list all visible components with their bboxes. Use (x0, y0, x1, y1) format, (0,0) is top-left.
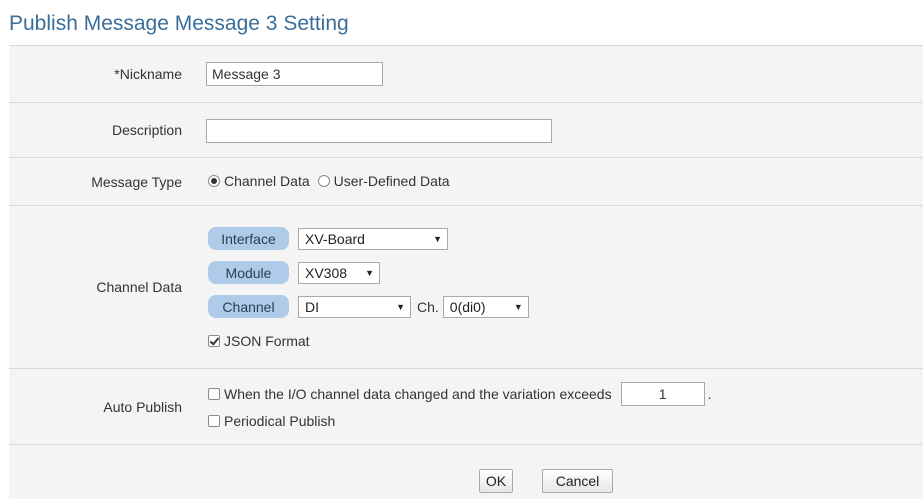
channel-data-controls: Interface XV-Board ▼ Module XV308 ▼ Chan… (208, 206, 808, 369)
channel-data-label: Channel Data (96, 279, 182, 295)
chevron-down-icon: ▼ (365, 267, 374, 278)
nickname-row: *Nickname (9, 46, 923, 103)
periodical-publish-line: Periodical Publish (208, 413, 335, 429)
auto-publish-row: Auto Publish When the I/O channel data c… (9, 369, 923, 445)
channel-select-value: DI (305, 298, 319, 315)
radio-channel-data[interactable]: Channel Data (208, 173, 310, 189)
change-publish-checkbox[interactable] (208, 388, 220, 400)
button-bar: OK Cancel (9, 445, 923, 499)
ok-button[interactable]: OK (479, 469, 513, 493)
settings-form: *Nickname Description Message Type Chann… (9, 45, 923, 499)
period-text: . (707, 386, 712, 402)
ch-select[interactable]: 0(di0) ▼ (442, 295, 529, 318)
json-format-checkbox[interactable] (208, 335, 220, 347)
cancel-button[interactable]: Cancel (542, 469, 613, 493)
nickname-label: *Nickname (114, 66, 182, 82)
module-select[interactable]: XV308 ▼ (298, 261, 380, 284)
module-label: Module (208, 261, 289, 284)
module-line: Module XV308 ▼ (208, 261, 380, 284)
json-format-label: JSON Format (224, 333, 310, 349)
change-publish-line: When the I/O channel data changed and th… (208, 382, 712, 406)
json-format-line: JSON Format (208, 333, 310, 349)
description-row: Description (9, 103, 923, 158)
radio-channel-data-indicator[interactable] (208, 175, 220, 187)
description-label: Description (111, 122, 182, 138)
module-select-value: XV308 (305, 264, 348, 281)
auto-publish-controls: When the I/O channel data changed and th… (208, 369, 908, 445)
interface-label: Interface (208, 227, 289, 250)
interface-select-value: XV-Board (305, 230, 365, 247)
page-title: Publish Message Message 3 Setting (9, 12, 349, 35)
chevron-down-icon: ▼ (396, 301, 405, 312)
change-publish-label: When the I/O channel data changed and th… (224, 386, 612, 402)
channel-line: Channel DI ▼ Ch. 0(di0) ▼ (208, 295, 529, 318)
message-type-row: Message Type Channel Data User-Defined D… (9, 158, 923, 206)
description-input[interactable] (206, 119, 552, 143)
radio-user-defined-data[interactable]: User-Defined Data (317, 173, 450, 189)
interface-select[interactable]: XV-Board ▼ (298, 227, 448, 250)
nickname-input[interactable] (206, 62, 383, 86)
radio-channel-data-label: Channel Data (224, 173, 310, 189)
channel-select[interactable]: DI ▼ (298, 295, 411, 318)
message-type-options: Channel Data User-Defined Data (208, 173, 454, 189)
ch-label: Ch. (417, 298, 439, 315)
channel-label: Channel (208, 295, 289, 318)
interface-line: Interface XV-Board ▼ (208, 227, 448, 250)
radio-user-defined-data-indicator[interactable] (317, 175, 330, 187)
variation-input[interactable] (620, 382, 705, 406)
periodical-publish-label: Periodical Publish (224, 413, 336, 429)
channel-data-row: Channel Data Interface XV-Board ▼ Module… (9, 206, 923, 369)
periodical-publish-checkbox[interactable] (208, 415, 220, 427)
radio-user-defined-data-label: User-Defined Data (333, 173, 450, 189)
ch-select-value: 0(di0) (449, 298, 486, 315)
auto-publish-label: Auto Publish (103, 398, 182, 415)
chevron-down-icon: ▼ (513, 301, 523, 312)
message-type-label: Message Type (91, 173, 182, 190)
chevron-down-icon: ▼ (433, 233, 442, 244)
